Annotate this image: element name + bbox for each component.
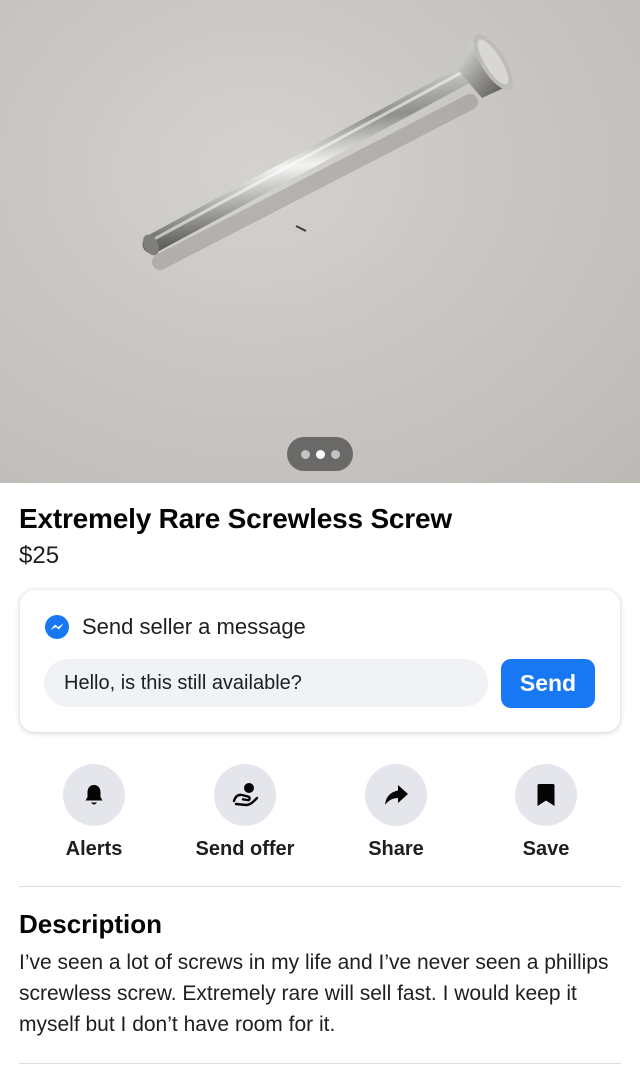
action-row: Alerts Send offer Share Save xyxy=(0,764,640,864)
divider xyxy=(19,886,621,887)
send-button[interactable]: Send xyxy=(501,659,595,708)
photo-pager[interactable] xyxy=(287,437,353,471)
listing-title: Extremely Rare Screwless Screw xyxy=(19,503,452,534)
pager-dot-active xyxy=(315,449,325,459)
listing-photo[interactable] xyxy=(0,0,640,483)
alerts-action[interactable]: Alerts xyxy=(24,764,164,861)
screw-image xyxy=(142,34,513,270)
card-header: Send seller a message xyxy=(44,614,306,640)
share-action[interactable]: Share xyxy=(326,764,466,861)
description-heading: Description xyxy=(19,909,163,939)
send-message-card: Send seller a message Hello, is this sti… xyxy=(20,590,620,732)
save-circle[interactable] xyxy=(515,764,577,826)
alerts-label: Alerts xyxy=(65,838,123,860)
send-offer-label: Send offer xyxy=(195,838,295,860)
divider xyxy=(19,1063,621,1064)
share-icon xyxy=(385,785,408,805)
alerts-circle[interactable] xyxy=(63,764,125,826)
pager-dot xyxy=(330,449,340,459)
offer-icon xyxy=(232,783,259,807)
bookmark-icon xyxy=(537,784,555,806)
pager-dot xyxy=(300,449,310,459)
share-circle[interactable] xyxy=(365,764,427,826)
message-input[interactable]: Hello, is this still available? xyxy=(44,659,488,707)
bell-icon xyxy=(85,785,103,805)
card-heading: Send seller a message xyxy=(82,614,306,639)
send-offer-circle[interactable] xyxy=(214,764,276,826)
description-text: I’ve seen a lot of screws in my life and… xyxy=(19,951,609,1036)
save-label: Save xyxy=(522,838,570,860)
messenger-icon xyxy=(45,615,69,639)
share-label: Share xyxy=(368,838,424,860)
send-offer-action[interactable]: Send offer xyxy=(175,764,315,861)
listing-price: $25 xyxy=(19,542,60,569)
save-action[interactable]: Save xyxy=(476,764,616,861)
